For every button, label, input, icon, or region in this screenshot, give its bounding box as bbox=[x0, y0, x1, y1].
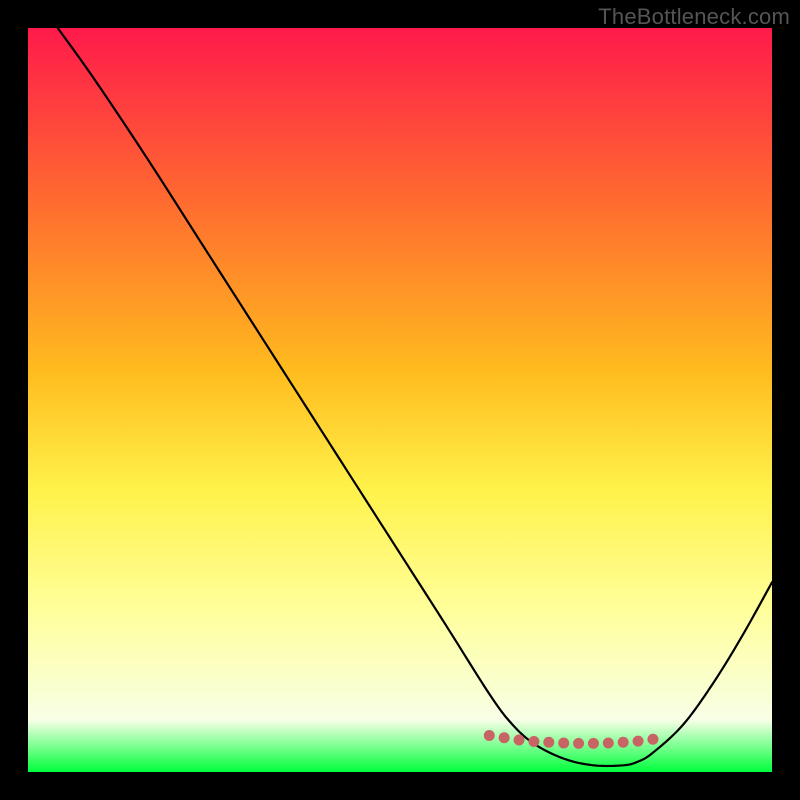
dotted-point bbox=[603, 737, 614, 748]
dotted-point bbox=[514, 735, 525, 746]
plot-svg bbox=[28, 28, 772, 772]
dotted-point bbox=[499, 732, 510, 743]
dotted-point bbox=[573, 738, 584, 749]
dotted-point bbox=[484, 730, 495, 741]
dotted-point bbox=[647, 734, 658, 745]
dotted-point bbox=[558, 737, 569, 748]
dotted-point bbox=[633, 736, 644, 747]
plot-frame bbox=[28, 28, 772, 772]
gradient-background bbox=[28, 28, 772, 772]
dotted-point bbox=[528, 736, 539, 747]
dotted-point bbox=[588, 738, 599, 749]
dotted-point bbox=[618, 737, 629, 748]
watermark-text: TheBottleneck.com bbox=[598, 4, 790, 30]
chart-container: TheBottleneck.com bbox=[0, 0, 800, 800]
dotted-point bbox=[543, 737, 554, 748]
